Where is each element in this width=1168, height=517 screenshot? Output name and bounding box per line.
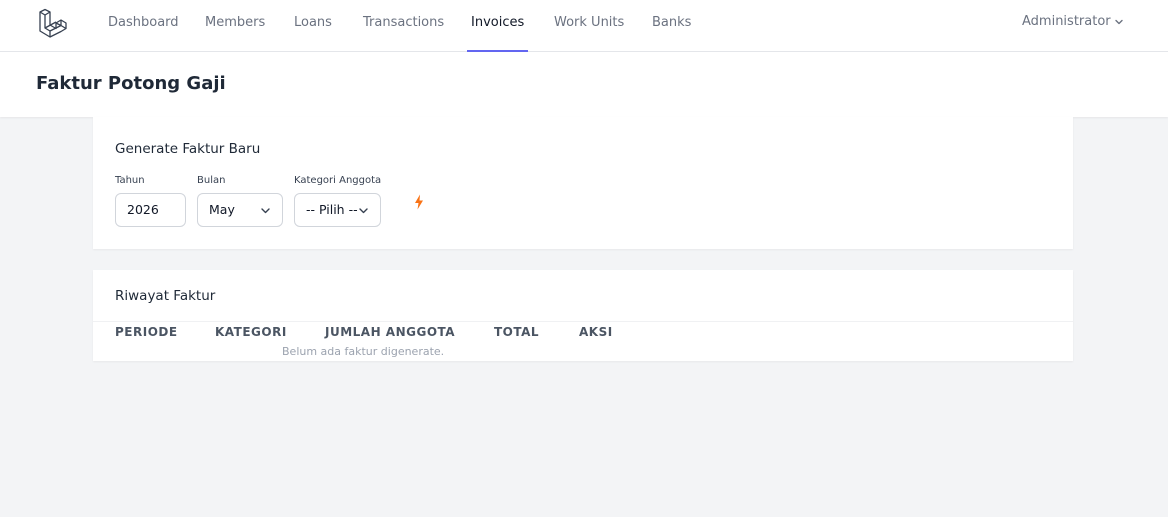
generate-card-title: Generate Faktur Baru bbox=[115, 141, 261, 157]
category-select-value: -- Pilih -- bbox=[306, 202, 358, 217]
page-header: Faktur Potong Gaji bbox=[0, 52, 1168, 117]
month-select[interactable]: May bbox=[197, 193, 283, 227]
column-header-aksi: AKSI bbox=[579, 325, 613, 339]
divider bbox=[93, 321, 1073, 322]
category-label: Kategori Anggota bbox=[294, 175, 382, 186]
top-navigation: Dashboard Members Loans Transactions Inv… bbox=[0, 0, 1168, 52]
chevron-down-icon bbox=[359, 208, 368, 214]
category-select[interactable]: -- Pilih -- bbox=[294, 193, 381, 227]
year-label: Tahun bbox=[115, 175, 145, 186]
page-title: Faktur Potong Gaji bbox=[36, 73, 226, 94]
empty-state-message: Belum ada faktur digenerate. bbox=[282, 345, 445, 358]
laravel-logo-icon[interactable] bbox=[37, 8, 69, 38]
nav-loans[interactable]: Loans bbox=[294, 0, 332, 52]
nav-banks[interactable]: Banks bbox=[652, 0, 691, 52]
nav-dashboard[interactable]: Dashboard bbox=[108, 0, 179, 52]
chevron-down-icon bbox=[261, 208, 270, 214]
nav-work-units[interactable]: Work Units bbox=[554, 0, 624, 52]
nav-transactions[interactable]: Transactions bbox=[363, 0, 444, 52]
column-header-jumlah-anggota: JUMLAH ANGGOTA bbox=[325, 325, 456, 339]
lightning-bolt-icon[interactable] bbox=[413, 194, 425, 210]
nav-invoices[interactable]: Invoices bbox=[466, 0, 529, 52]
year-input[interactable]: 2026 bbox=[115, 193, 186, 227]
chevron-down-icon bbox=[1114, 19, 1123, 24]
month-label: Bulan bbox=[197, 175, 226, 186]
user-name: Administrator bbox=[1022, 14, 1111, 29]
history-card-title: Riwayat Faktur bbox=[115, 288, 216, 304]
invoice-history-card: Riwayat Faktur PERIODE KATEGORI JUMLAH A… bbox=[93, 270, 1073, 361]
column-header-total: TOTAL bbox=[494, 325, 540, 339]
nav-members[interactable]: Members bbox=[205, 0, 265, 52]
column-header-kategori: KATEGORI bbox=[215, 325, 287, 339]
month-select-value: May bbox=[209, 202, 235, 217]
user-menu-button[interactable]: Administrator bbox=[1022, 0, 1124, 45]
generate-invoice-card: Generate Faktur Baru Tahun 2026 Bulan Ma… bbox=[93, 117, 1073, 249]
column-header-periode: PERIODE bbox=[115, 325, 178, 339]
